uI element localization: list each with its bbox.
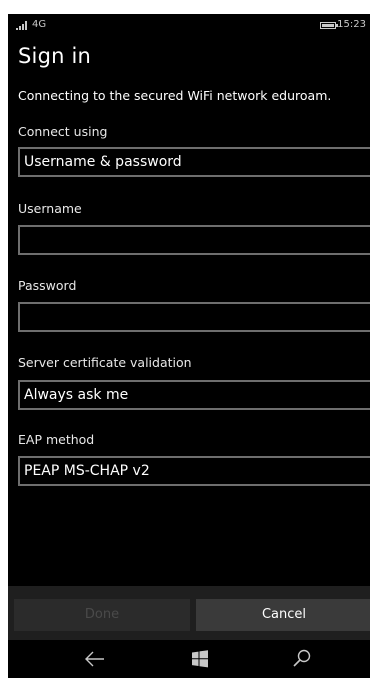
- done-button[interactable]: Done: [14, 599, 190, 631]
- navigation-bar: [8, 640, 370, 678]
- back-arrow-icon[interactable]: [83, 648, 107, 670]
- password-label: Password: [18, 278, 77, 293]
- username-input[interactable]: [18, 225, 370, 255]
- phone-screen: 4G 15:23 Sign in Connecting to the secur…: [8, 14, 370, 678]
- search-icon[interactable]: [290, 648, 314, 670]
- connect-using-value: Username & password: [24, 154, 182, 170]
- done-button-label: Done: [84, 607, 120, 622]
- cancel-button-label: Cancel: [261, 607, 307, 622]
- windows-logo-icon[interactable]: [188, 648, 212, 670]
- server-certificate-value: Always ask me: [24, 387, 129, 403]
- signal-strength-icon: [16, 21, 29, 30]
- username-label: Username: [18, 201, 82, 216]
- server-certificate-select[interactable]: Always ask me: [18, 380, 370, 410]
- page-title: Sign in: [18, 44, 92, 68]
- eap-method-label: EAP method: [18, 432, 95, 447]
- network-type: 4G: [32, 19, 47, 30]
- connection-message: Connecting to the secured WiFi network e…: [18, 88, 332, 103]
- connect-using-label: Connect using: [18, 124, 108, 139]
- eap-method-select[interactable]: PEAP MS-CHAP v2: [18, 456, 370, 486]
- password-input[interactable]: [18, 302, 370, 332]
- connect-using-select[interactable]: Username & password: [18, 147, 370, 177]
- battery-icon: [320, 22, 338, 29]
- cancel-button[interactable]: Cancel: [196, 599, 370, 631]
- app-bar: Done Cancel: [8, 586, 370, 640]
- status-clock: 15:23: [337, 19, 366, 30]
- server-certificate-label: Server certificate validation: [18, 355, 192, 370]
- status-bar: 4G 15:23: [8, 14, 370, 36]
- eap-method-value: PEAP MS-CHAP v2: [24, 463, 150, 479]
